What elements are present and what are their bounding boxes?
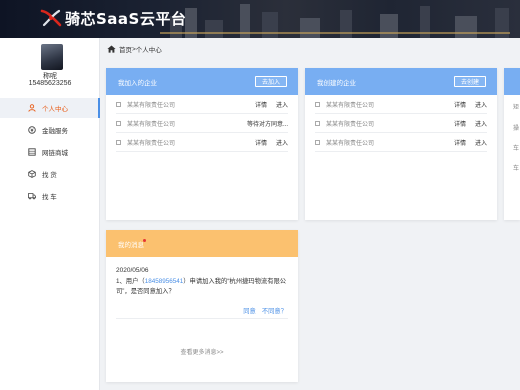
card-header: 我的消息 bbox=[106, 230, 298, 257]
user-icon bbox=[28, 104, 36, 112]
message-actions: 同意 不同意？ bbox=[243, 306, 287, 315]
partial-row-text: 矩 bbox=[513, 105, 520, 111]
breadcrumb: 首页 > 个人中心 bbox=[107, 44, 162, 54]
phone-link[interactable]: 18458956541 bbox=[145, 278, 184, 285]
partial-row-text: 操 bbox=[513, 126, 520, 132]
card-title: 我加入的企业 bbox=[118, 79, 157, 87]
sidebar-item-finance[interactable]: 金融服务 bbox=[0, 120, 100, 140]
card-title: 我创建的企业 bbox=[317, 79, 356, 87]
created-companies-card: 我创建的企业 去创建 某某有限责任公司 详情 进入 某某有限责任公司 详情 进入… bbox=[305, 68, 497, 220]
sidebar-item-find-goods[interactable]: 找 货 bbox=[0, 164, 100, 184]
skyline-building bbox=[380, 14, 398, 38]
details-link[interactable]: 详情 bbox=[454, 100, 466, 109]
company-name: 某某有限责任公司 bbox=[127, 103, 176, 109]
sidebar: 称呢 15485623256 个人中心 金融服务 网链商城 找 货 找 车 bbox=[0, 38, 100, 390]
partial-row-text: 车 bbox=[513, 166, 520, 172]
message-text: 1、用户（18458956541）申请加入我的“杭州捷玛物流有限公司”，是否同意… bbox=[116, 277, 296, 297]
company-name: 某某有限责任公司 bbox=[127, 122, 176, 128]
breadcrumb-current: 个人中心 bbox=[135, 47, 162, 54]
card-title: 我的消息 bbox=[118, 241, 144, 249]
sidebar-item-label: 金融服务 bbox=[42, 128, 68, 135]
row-checkbox[interactable] bbox=[315, 140, 320, 145]
sidebar-item-store[interactable]: 网链商城 bbox=[0, 142, 100, 162]
table-row: 某某有限责任公司 详情 进入 bbox=[315, 134, 487, 152]
company-name: 某某有限责任公司 bbox=[326, 122, 375, 128]
message-date: 2020/05/06 bbox=[116, 267, 149, 274]
details-link[interactable]: 详情 bbox=[255, 138, 267, 147]
go-create-button[interactable]: 去创建 bbox=[453, 76, 486, 87]
row-checkbox[interactable] bbox=[315, 102, 320, 107]
sidebar-item-find-truck[interactable]: 找 车 bbox=[0, 186, 100, 206]
box-icon bbox=[28, 170, 36, 178]
partial-row-text: 车 bbox=[513, 146, 520, 152]
enter-link[interactable]: 进入 bbox=[475, 119, 487, 128]
skyline-building bbox=[300, 18, 320, 38]
breadcrumb-home[interactable]: 首页 bbox=[119, 44, 132, 54]
finance-icon bbox=[28, 126, 36, 134]
enter-link[interactable]: 进入 bbox=[475, 138, 487, 147]
go-join-button[interactable]: 去加入 bbox=[254, 76, 287, 87]
divider bbox=[116, 318, 288, 319]
row-checkbox[interactable] bbox=[315, 121, 320, 126]
company-name: 某某有限责任公司 bbox=[127, 141, 176, 147]
avatar[interactable] bbox=[41, 44, 63, 70]
sidebar-item-label: 找 货 bbox=[42, 172, 57, 179]
card-header: 我创建的企业 去创建 bbox=[305, 68, 497, 95]
sidebar-item-personal-center[interactable]: 个人中心 bbox=[0, 98, 100, 118]
details-link[interactable]: 详情 bbox=[454, 138, 466, 147]
table-row: 某某有限责任公司 详情 进入 bbox=[315, 96, 487, 114]
row-checkbox[interactable] bbox=[116, 140, 121, 145]
store-icon bbox=[28, 148, 36, 156]
top-banner: 骑芯SaaS云平台 bbox=[0, 0, 520, 38]
row-checkbox[interactable] bbox=[116, 102, 121, 107]
company-name: 某某有限责任公司 bbox=[326, 141, 375, 147]
joined-companies-card: 我加入的企业 去加入 某某有限责任公司 详情 进入 某某有限责任公司 等待对方同… bbox=[106, 68, 298, 220]
bird-logo-icon bbox=[40, 9, 62, 27]
skyline-building bbox=[262, 12, 278, 38]
user-phone: 15485623256 bbox=[28, 80, 72, 87]
details-link[interactable]: 详情 bbox=[454, 119, 466, 128]
skyline-building bbox=[455, 16, 477, 38]
details-link[interactable]: 详情 bbox=[255, 100, 267, 109]
pending-status: 等待对方同意... bbox=[246, 122, 288, 128]
unread-dot bbox=[143, 239, 146, 242]
skyline-building bbox=[205, 20, 223, 38]
sidebar-item-label: 个人中心 bbox=[42, 106, 68, 113]
home-icon[interactable] bbox=[107, 45, 116, 53]
sidebar-item-label: 网链商城 bbox=[42, 150, 68, 157]
partial-card: 矩 操 车 车 bbox=[504, 68, 520, 220]
enter-link[interactable]: 进入 bbox=[276, 138, 288, 147]
truck-icon bbox=[28, 193, 36, 200]
message-prefix: 1、用户（ bbox=[116, 278, 145, 285]
enter-link[interactable]: 进入 bbox=[475, 100, 487, 109]
card-header: 我加入的企业 去加入 bbox=[106, 68, 298, 95]
agree-link[interactable]: 同意 bbox=[243, 306, 256, 315]
card-header bbox=[504, 68, 520, 95]
table-row: 某某有限责任公司 详情 进入 bbox=[116, 134, 288, 152]
table-row: 某某有限责任公司 详情 进入 bbox=[116, 96, 288, 114]
brand-title: 骑芯SaaS云平台 bbox=[65, 10, 187, 28]
view-more-messages-link[interactable]: 查看更多消息>> bbox=[106, 347, 298, 356]
table-row: 某某有限责任公司 等待对方同意... bbox=[116, 115, 288, 133]
messages-card: 我的消息 2020/05/06 1、用户（18458956541）申请加入我的“… bbox=[106, 230, 298, 382]
sidebar-item-label: 找 车 bbox=[42, 194, 57, 201]
table-row: 某某有限责任公司 详情 进入 bbox=[315, 115, 487, 133]
disagree-link[interactable]: 不同意？ bbox=[262, 306, 287, 315]
enter-link[interactable]: 进入 bbox=[276, 100, 288, 109]
company-name: 某某有限责任公司 bbox=[326, 103, 375, 109]
city-lights bbox=[160, 32, 510, 34]
row-checkbox[interactable] bbox=[116, 121, 121, 126]
